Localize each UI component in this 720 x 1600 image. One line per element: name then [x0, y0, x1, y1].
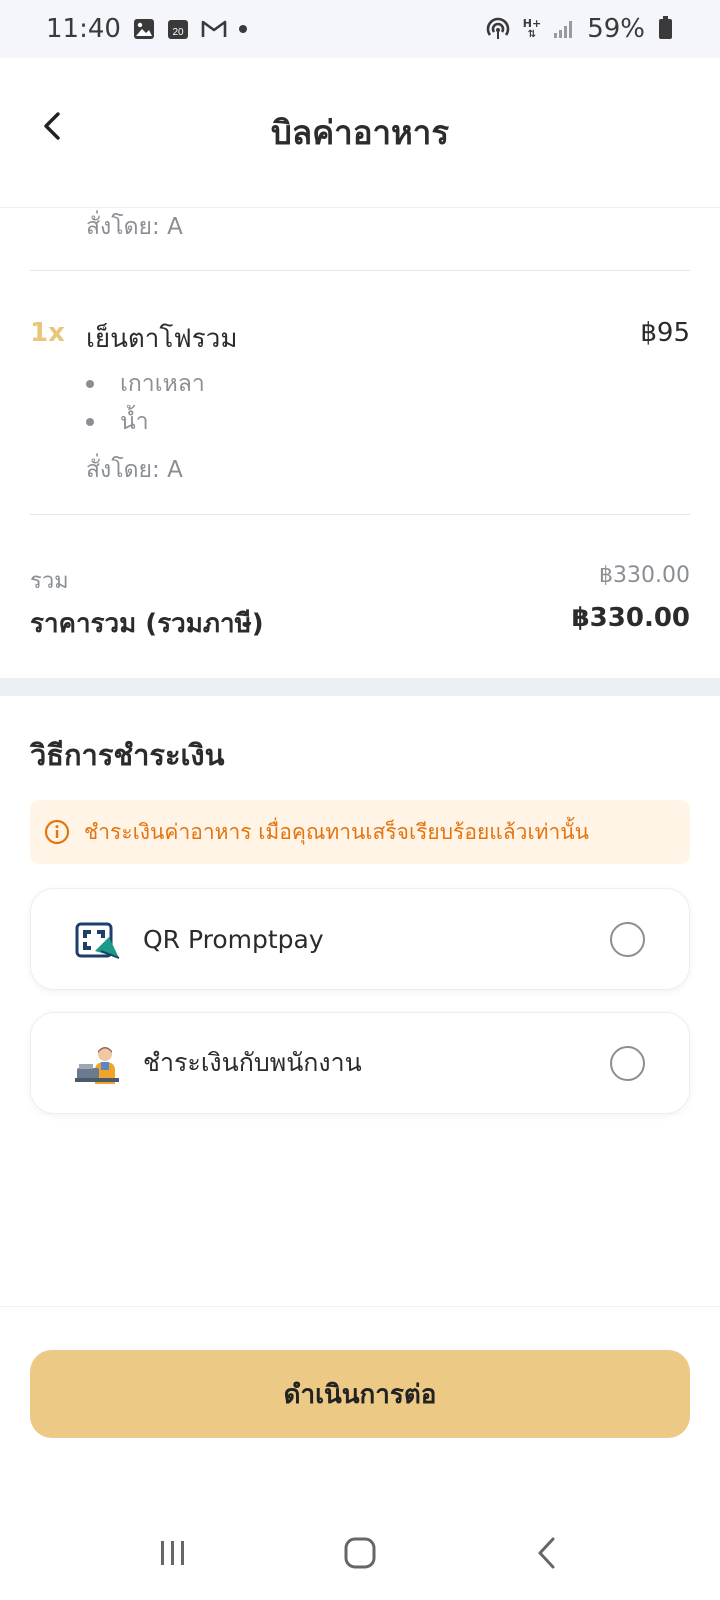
payment-radio-button[interactable]: [610, 1045, 645, 1081]
item-options-list: เกาเหลา น้ำ: [86, 365, 205, 441]
divider: [30, 270, 690, 271]
status-bar-right: H+ ⇅ 59%: [485, 14, 672, 44]
continue-button[interactable]: ดำเนินการต่อ: [30, 1350, 690, 1438]
system-back-button[interactable]: [517, 1528, 577, 1578]
payment-radio-button[interactable]: [610, 921, 645, 957]
payment-notice: ชำระเงินค่าอาหาร เมื่อคุณทานเสร็จเรียบร้…: [30, 800, 690, 864]
gallery-icon: [133, 18, 155, 40]
home-button[interactable]: [330, 1528, 390, 1578]
payment-section-title: วิธีการชำระเงิน: [30, 738, 225, 772]
payment-option-label: ชำระเงินกับพนักงาน: [143, 1048, 362, 1077]
recent-apps-button[interactable]: [143, 1528, 203, 1578]
app-header: บิลค่าอาหาร: [0, 58, 720, 208]
signal-icon: [553, 19, 575, 39]
subtotal-value: ฿330.00: [599, 563, 690, 588]
subtotal-row: รวม ฿330.00: [30, 563, 690, 598]
notification-dot-icon: [238, 25, 247, 33]
network-type-label: H+: [522, 17, 542, 30]
battery-icon: [659, 16, 672, 39]
hotspot-icon: [485, 17, 511, 41]
home-icon: [344, 1537, 376, 1569]
payment-option-qr-promptpay[interactable]: QR Promptpay: [30, 888, 690, 990]
cashier-staff-icon: [75, 1047, 119, 1084]
calendar-icon: 20: [167, 18, 189, 40]
payment-option-cashier[interactable]: ชำระเงินกับพนักงาน: [30, 1012, 690, 1114]
page-title: บิลค่าอาหาร: [270, 113, 450, 152]
svg-text:20: 20: [172, 27, 184, 38]
status-time: 11:40: [46, 14, 121, 44]
screen: 11:40 20 H+ ⇅ 59% บิลค่าอาหาร สั่งโดย: A…: [0, 0, 720, 1600]
battery-percent: 59%: [587, 14, 645, 44]
item-option-label: เกาเหลา: [120, 371, 205, 397]
subtotal-label: รวม: [30, 569, 69, 594]
recent-apps-icon: [161, 1541, 185, 1565]
item-name: เย็นตาโฟรวม: [86, 324, 238, 354]
prev-item-ordered-by: สั่งโดย: A: [86, 214, 183, 240]
total-row: ราคารวม (รวมภาษี) ฿330.00: [30, 603, 690, 644]
info-icon: [44, 819, 70, 845]
bullet-icon: [86, 418, 94, 426]
bullet-icon: [86, 380, 94, 388]
back-icon: [538, 1537, 555, 1569]
system-navigation-bar: [0, 1506, 720, 1600]
item-ordered-by: สั่งโดย: A: [86, 457, 183, 483]
payment-option-label: QR Promptpay: [143, 924, 324, 954]
qr-promptpay-icon: [75, 922, 120, 959]
network-type-icon: H+ ⇅: [522, 17, 542, 40]
total-label: ราคารวม (รวมภาษี): [30, 609, 264, 639]
status-bar-left: 11:40 20: [46, 14, 247, 44]
section-separator: [0, 678, 720, 696]
item-option: เกาเหลา: [86, 365, 205, 403]
gmail-icon: [201, 19, 227, 39]
total-value: ฿330.00: [571, 603, 690, 633]
item-option: น้ำ: [86, 403, 205, 441]
item-option-label: น้ำ: [120, 409, 149, 435]
item-price: ฿95: [640, 318, 690, 348]
divider: [30, 514, 690, 515]
item-quantity: 1x: [30, 318, 65, 348]
payment-notice-text: ชำระเงินค่าอาหาร เมื่อคุณทานเสร็จเรียบร้…: [84, 819, 589, 844]
status-bar: 11:40 20 H+ ⇅ 59%: [0, 0, 720, 58]
